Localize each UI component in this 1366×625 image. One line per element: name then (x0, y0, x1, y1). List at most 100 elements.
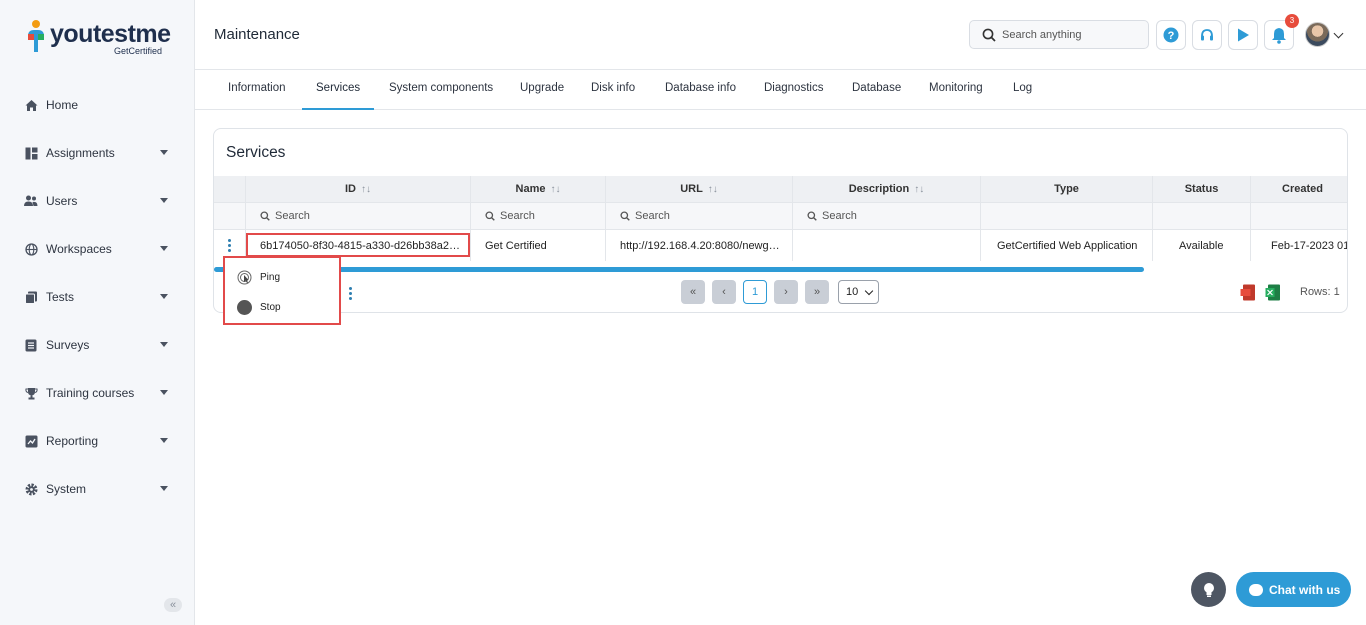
tests-icon (24, 290, 38, 304)
home-icon (24, 98, 38, 112)
sidebar-nav: Home Assignments Users Workspaces Tests … (0, 81, 194, 513)
tab-database-info[interactable]: Database info (651, 70, 750, 110)
search-input[interactable] (1002, 28, 1142, 41)
chevron-down-icon[interactable] (160, 342, 168, 347)
search-input[interactable] (635, 210, 773, 222)
sidebar-item-workspaces[interactable]: Workspaces (0, 225, 194, 273)
notifications-button[interactable]: 3 (1264, 14, 1299, 50)
help-button[interactable]: ? (1156, 20, 1186, 50)
chevron-down-icon[interactable] (160, 198, 168, 203)
tab-diagnostics[interactable]: Diagnostics (750, 70, 837, 110)
support-button[interactable] (1192, 20, 1222, 50)
services-card: Services ID ↑↓ Name ↑↓ URL ↑↓ Description ↑↓… (213, 128, 1348, 313)
sort-icon[interactable]: ↑↓ (361, 184, 371, 195)
header-cell-description[interactable]: Description ↑↓ (793, 176, 981, 202)
sidebar-item-training-courses[interactable]: Training courses (0, 369, 194, 417)
sidebar-item-label: Training courses (46, 386, 135, 400)
table-filter-row (214, 203, 1347, 230)
sidebar-item-system[interactable]: System (0, 465, 194, 513)
search-input[interactable] (275, 210, 443, 222)
chat-label: Chat with us (1269, 582, 1341, 597)
cell-name: Get Certified (471, 230, 606, 261)
chevron-down-icon[interactable] (160, 390, 168, 395)
filter-url[interactable] (606, 203, 793, 229)
pagination: « ‹ 1 › » 10 (681, 280, 879, 304)
horizontal-scrollbar[interactable] (214, 267, 1144, 272)
next-page-button[interactable]: › (774, 280, 798, 304)
row-menu-icon[interactable] (228, 239, 231, 252)
header-cell-status: Status (1153, 176, 1251, 202)
table-menu-icon[interactable] (349, 287, 352, 300)
export-pdf-icon[interactable] (1240, 284, 1256, 301)
sort-icon[interactable]: ↑↓ (914, 184, 924, 195)
sort-icon[interactable]: ↑↓ (550, 184, 560, 195)
sidebar-item-reporting[interactable]: Reporting (0, 417, 194, 465)
users-icon (24, 194, 38, 208)
sidebar-item-tests[interactable]: Tests (0, 273, 194, 321)
sidebar-item-label: Workspaces (46, 242, 112, 256)
chevron-down-icon[interactable] (160, 246, 168, 251)
chat-button[interactable]: Chat with us (1236, 572, 1351, 607)
search-input[interactable] (822, 210, 961, 222)
page-number-button[interactable]: 1 (743, 280, 767, 304)
page-title: Maintenance (214, 26, 300, 43)
tab-disk-info[interactable]: Disk info (577, 70, 649, 110)
chat-bubble-icon (1249, 583, 1263, 596)
reporting-icon (24, 434, 38, 448)
play-button[interactable] (1228, 20, 1258, 50)
cell-description (793, 230, 981, 261)
chevron-down-icon[interactable] (160, 438, 168, 443)
tab-log[interactable]: Log (999, 70, 1046, 110)
surveys-icon (24, 338, 38, 352)
cell-type: GetCertified Web Application (981, 230, 1153, 261)
tips-button[interactable] (1191, 572, 1226, 607)
help-icon: ? (1163, 27, 1179, 43)
logo[interactable]: youtestme GetCertified (24, 18, 174, 58)
sidebar-item-label: Reporting (46, 434, 99, 448)
menu-item-stop[interactable]: Stop (237, 298, 281, 316)
tab-database[interactable]: Database (838, 70, 915, 110)
global-search[interactable] (969, 20, 1149, 49)
sort-icon[interactable]: ↑↓ (708, 184, 718, 195)
stop-icon (237, 299, 252, 315)
last-page-button[interactable]: » (805, 280, 829, 304)
row-context-menu: Ping Stop (223, 256, 341, 325)
play-icon (1238, 28, 1249, 42)
filter-name[interactable] (471, 203, 606, 229)
chevron-down-icon[interactable] (160, 486, 168, 491)
sidebar-item-label: System (46, 482, 87, 496)
tab-system-components[interactable]: System components (375, 70, 507, 110)
export-excel-icon[interactable] (1265, 284, 1281, 301)
chevron-down-icon (865, 286, 874, 295)
tab-services[interactable]: Services (302, 70, 375, 110)
filter-created (1251, 203, 1347, 229)
menu-item-label: Stop (260, 301, 281, 313)
header-cell-id[interactable]: ID ↑↓ (246, 176, 471, 202)
prev-page-button[interactable]: ‹ (712, 280, 736, 304)
sidebar: youtestme GetCertified Home Assignments … (0, 0, 195, 625)
menu-item-ping[interactable]: Ping (237, 268, 280, 286)
chevron-down-icon[interactable] (160, 294, 168, 299)
sidebar-item-surveys[interactable]: Surveys (0, 321, 194, 369)
search-input[interactable] (500, 210, 596, 222)
sidebar-item-home[interactable]: Home (0, 81, 194, 129)
filter-description[interactable] (793, 203, 981, 229)
chevron-down-icon[interactable] (160, 150, 168, 155)
filter-id[interactable] (246, 203, 471, 229)
tab-upgrade[interactable]: Upgrade (506, 70, 578, 110)
tab-monitoring[interactable]: Monitoring (915, 70, 997, 110)
header-cell-name[interactable]: Name ↑↓ (471, 176, 606, 202)
page-size-select[interactable]: 10 (838, 280, 879, 304)
assignments-icon (24, 146, 38, 160)
lightbulb-icon (1203, 582, 1214, 597)
avatar[interactable] (1305, 22, 1330, 47)
chevron-down-icon[interactable] (1333, 28, 1344, 39)
tab-information[interactable]: Information (214, 70, 300, 110)
sidebar-item-assignments[interactable]: Assignments (0, 129, 194, 177)
sidebar-item-users[interactable]: Users (0, 177, 194, 225)
collapse-sidebar-button[interactable]: « (164, 598, 182, 612)
search-icon (620, 211, 630, 221)
header-cell-url[interactable]: URL ↑↓ (606, 176, 793, 202)
menu-item-label: Ping (260, 271, 281, 283)
first-page-button[interactable]: « (681, 280, 705, 304)
